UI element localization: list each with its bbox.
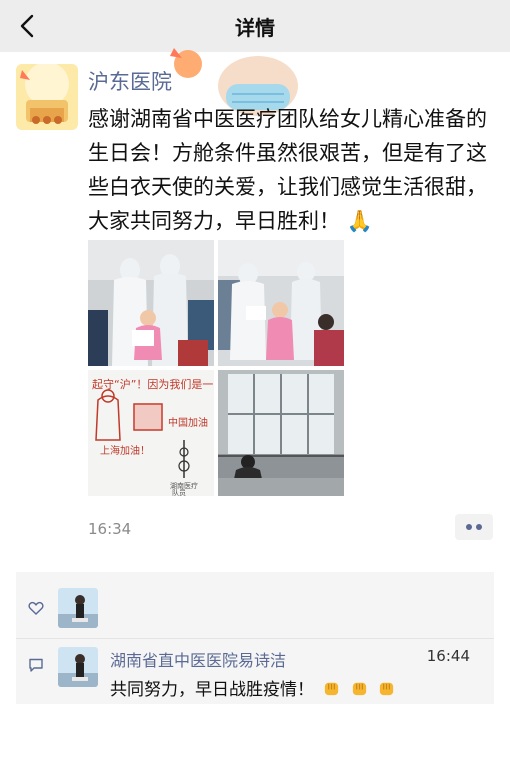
page-title: 详情: [235, 16, 275, 40]
liker-avatar[interactable]: [58, 588, 98, 628]
comment-item[interactable]: 湖南省直中医医院易诗洁 16:44 共同努力，早日战胜疫情！: [16, 639, 494, 704]
commenter-avatar[interactable]: [58, 647, 98, 687]
drawing-line-3: 中国加油: [168, 416, 208, 429]
drawing-line-2: 上海加油！: [100, 444, 150, 457]
photo-1[interactable]: [88, 240, 214, 366]
fist-emoji: [352, 682, 366, 696]
interactions-panel: 湖南省直中医医院易诗洁 16:44 共同努力，早日战胜疫情！: [16, 572, 494, 704]
dot-icon: [466, 524, 472, 530]
post-text: 感谢湖南省中医医疗团队给女儿精心准备的生日会！方舱条件虽然很艰苦，但是有了这些白…: [88, 102, 488, 238]
post-text-body: 感谢湖南省中医医疗团队给女儿精心准备的生日会！方舱条件虽然很艰苦，但是有了这些白…: [88, 107, 487, 233]
folded-hands-emoji: 🙏: [346, 209, 373, 233]
avatar[interactable]: [16, 64, 78, 130]
photo-2[interactable]: [218, 240, 344, 366]
drawing-line-5: 队员: [172, 488, 186, 496]
comment-timestamp: 16:44: [426, 647, 470, 665]
fist-emoji: [380, 682, 394, 696]
drawing-line-1: 起守“沪”！因为我们是一家: [92, 377, 214, 391]
comment-icon: [29, 658, 43, 672]
poster-name[interactable]: 沪东医院: [88, 66, 172, 96]
more-button[interactable]: [455, 514, 493, 540]
photo-4[interactable]: [218, 370, 344, 496]
comment-text-body: 共同努力，早日战胜疫情！: [110, 680, 314, 700]
dot-icon: [476, 524, 482, 530]
heart-icon: [28, 601, 44, 615]
likes-row: [16, 572, 494, 638]
comment-text: 共同努力，早日战胜疫情！: [110, 675, 396, 700]
post-timestamp: 16:34: [88, 520, 132, 538]
fist-emoji: [325, 682, 339, 696]
commenter-name[interactable]: 湖南省直中医医院易诗洁: [110, 647, 286, 671]
photo-3[interactable]: 起守“沪”！因为我们是一家 上海加油！ 中国加油 湖南医疗 队员: [88, 370, 214, 496]
